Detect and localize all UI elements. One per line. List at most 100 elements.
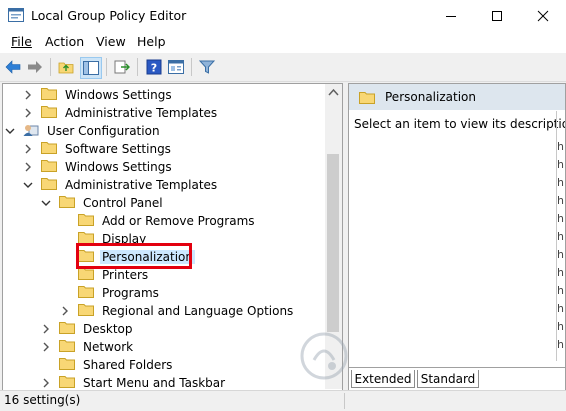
tree-item-label: Desktop: [83, 322, 133, 336]
tab-standard[interactable]: Standard: [417, 370, 479, 388]
svg-text:?: ?: [151, 62, 157, 75]
folder-icon: [78, 303, 94, 319]
truncated-setting-marker: h: [557, 230, 564, 243]
truncated-setting-marker: h: [557, 338, 564, 351]
tree-item[interactable]: Administrative Templates: [23, 104, 219, 122]
expand-chevron-icon[interactable]: [23, 90, 33, 100]
tree-item[interactable]: Administrative Templates: [23, 176, 219, 194]
truncated-setting-marker: h: [557, 284, 564, 297]
tree-scroll-thumb[interactable]: [327, 154, 339, 332]
folder-up-icon: [58, 62, 74, 74]
tree-item[interactable]: Windows Settings: [23, 158, 174, 176]
details-header: Personalization: [349, 84, 565, 110]
expand-chevron-icon[interactable]: [41, 324, 51, 334]
truncated-setting-marker: h: [557, 158, 564, 171]
status-bar: 16 setting(s): [0, 390, 566, 411]
details-pane: Personalization Select an item to view i…: [348, 83, 566, 392]
truncated-setting-marker: h: [557, 176, 564, 189]
menu-bar: File Action View Help: [0, 31, 566, 53]
console-tree-icon: [83, 61, 99, 75]
truncated-setting-marker: h: [557, 248, 564, 261]
tab-extended[interactable]: Extended: [351, 370, 415, 388]
back-arrow-icon: [5, 60, 21, 74]
title-bar: Local Group Policy Editor: [0, 0, 566, 31]
expand-chevron-icon[interactable]: [41, 378, 51, 388]
status-text: 16 setting(s): [4, 393, 81, 407]
tree-item[interactable]: Shared Folders: [41, 356, 174, 374]
tree-item[interactable]: Programs: [60, 284, 161, 302]
expand-chevron-icon[interactable]: [60, 306, 70, 316]
expand-chevron-icon[interactable]: [23, 144, 33, 154]
close-button[interactable]: [520, 0, 566, 31]
folder-icon: [59, 375, 75, 391]
collapse-chevron-icon[interactable]: [23, 180, 33, 190]
help-icon: ?: [146, 59, 162, 75]
tree-item-label: Software Settings: [65, 142, 171, 156]
folder-icon: [78, 267, 94, 283]
details-heading: Personalization: [385, 90, 476, 104]
tree-item[interactable]: Regional and Language Options: [60, 302, 295, 320]
menu-help[interactable]: Help: [137, 34, 166, 49]
toolbar: ?: [0, 53, 566, 82]
close-icon: [537, 10, 549, 21]
tree-item[interactable]: Add or Remove Programs: [60, 212, 257, 230]
tree-item-label: Control Panel: [83, 196, 163, 210]
tree-item[interactable]: Windows Settings: [23, 86, 174, 104]
expand-chevron-icon[interactable]: [23, 162, 33, 172]
truncated-setting-marker: h: [557, 140, 564, 153]
tree-item[interactable]: User Configuration: [5, 122, 162, 140]
export-list-icon: [114, 60, 130, 74]
menu-file[interactable]: File: [11, 34, 32, 49]
minimize-icon: [446, 15, 456, 17]
forward-button[interactable]: [26, 58, 44, 76]
back-button[interactable]: [4, 58, 22, 76]
expand-chevron-icon[interactable]: [23, 108, 33, 118]
highlight-annotation: [76, 243, 192, 269]
tree-vertical-scrollbar[interactable]: [325, 84, 342, 389]
filter-icon: [199, 60, 215, 74]
tree-item-label: Windows Settings: [65, 88, 172, 102]
folder-icon: [41, 159, 57, 175]
properties-button[interactable]: [167, 58, 185, 76]
menu-view[interactable]: View: [96, 34, 126, 49]
tree-item[interactable]: Control Panel: [41, 194, 165, 212]
tree-item-label: Regional and Language Options: [102, 304, 294, 318]
expand-chevron-icon[interactable]: [41, 342, 51, 352]
help-button[interactable]: ?: [145, 58, 163, 76]
menu-action[interactable]: Action: [45, 34, 84, 49]
tree-item[interactable]: Network: [41, 338, 135, 356]
tree-item-label: Windows Settings: [65, 160, 172, 174]
truncated-setting-marker: h: [557, 194, 564, 207]
tree-item-label: Shared Folders: [83, 358, 173, 372]
maximize-button[interactable]: [474, 0, 520, 31]
collapse-chevron-icon[interactable]: [41, 198, 51, 208]
minimize-button[interactable]: [428, 0, 474, 31]
tree-item-label: Administrative Templates: [65, 106, 218, 120]
export-list-button[interactable]: [113, 58, 131, 76]
window-title: Local Group Policy Editor: [31, 8, 187, 23]
tree-item-label: Add or Remove Programs: [102, 214, 255, 228]
truncated-setting-marker: h: [557, 212, 564, 225]
console-tree-pane[interactable]: Windows Settings Administrative Templates…: [2, 83, 343, 392]
up-one-level-button[interactable]: [57, 58, 75, 76]
folder-icon: [59, 339, 75, 355]
maximize-icon: [492, 10, 502, 21]
filter-button[interactable]: [198, 58, 216, 76]
tree-item-label: Administrative Templates: [65, 178, 218, 192]
tree-item-label: Start Menu and Taskbar: [83, 376, 226, 390]
scroll-up-arrow-icon[interactable]: [328, 88, 339, 96]
show-hide-console-tree-button[interactable]: [80, 57, 102, 79]
tree-item[interactable]: Desktop: [41, 320, 135, 338]
forward-arrow-icon: [28, 61, 42, 73]
truncated-setting-marker: h: [557, 302, 564, 315]
folder-icon: [41, 87, 57, 103]
tree-item[interactable]: Software Settings: [23, 140, 173, 158]
folder-icon: [59, 321, 75, 337]
tree-item-label: Printers: [102, 268, 149, 282]
collapse-chevron-icon[interactable]: [5, 126, 15, 136]
